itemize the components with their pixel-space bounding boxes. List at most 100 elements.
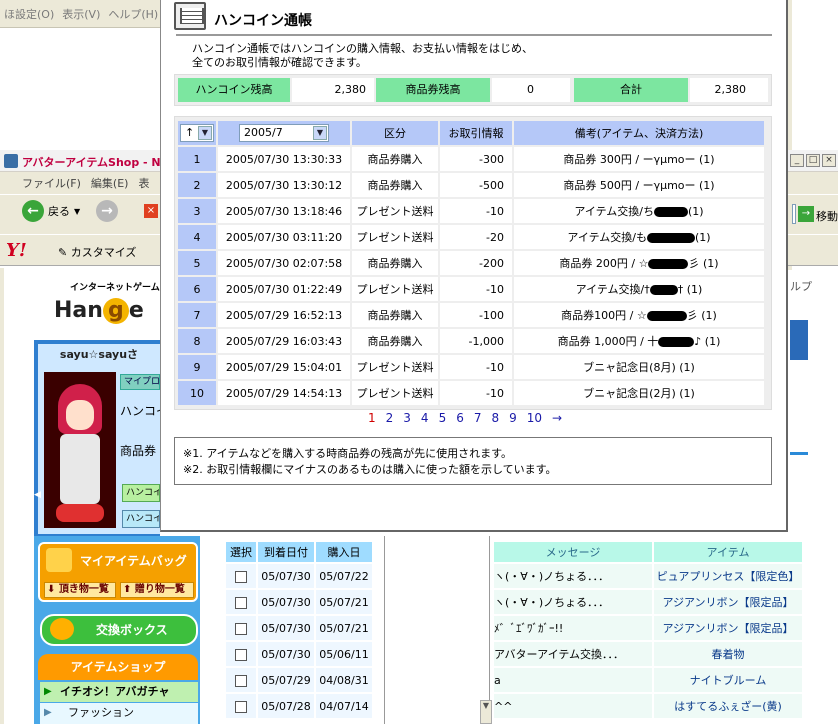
- redacted-name: [648, 259, 689, 269]
- table-row: ^^ はすてるふぇざー(黄): [494, 694, 802, 718]
- page-link-8[interactable]: 8: [491, 411, 499, 425]
- address-bar[interactable]: [792, 204, 796, 224]
- page-link-5[interactable]: 5: [439, 411, 447, 425]
- select-checkbox[interactable]: [235, 648, 247, 661]
- menu-file[interactable]: ファイル(F): [22, 175, 81, 191]
- select-cell: [226, 616, 256, 640]
- gift-item-name[interactable]: アジアンリボン【限定品】: [654, 590, 802, 614]
- page-link-1[interactable]: 1: [368, 411, 376, 425]
- select-checkbox[interactable]: [235, 596, 247, 609]
- menu-edit[interactable]: 編集(E): [91, 175, 129, 191]
- page-link-9[interactable]: 9: [509, 411, 517, 425]
- hancoin-book-button[interactable]: ハンコイン: [122, 510, 160, 528]
- table-row: 05/07/28 04/07/14: [226, 694, 372, 718]
- page-link-7[interactable]: 7: [474, 411, 482, 425]
- table-row: 05/07/30 05/07/21: [226, 616, 372, 640]
- help-link[interactable]: ルプ: [790, 278, 812, 294]
- table-row: 3 2005/07/30 13:18:46 プレゼント送料 -10 アイテム交換/ち (1…: [178, 199, 764, 223]
- gift-message[interactable]: ﾒ゛ﾞｴﾞﾜﾞｶﾞｰ!!: [494, 616, 652, 640]
- chevron-down-icon: ▼: [198, 126, 212, 140]
- table-row: アバターアイテム交換．．． 春着物: [494, 642, 802, 666]
- month-select[interactable]: 2005/7 ▼: [239, 124, 329, 142]
- play-arrow-icon: ▶: [44, 707, 52, 718]
- menu-view[interactable]: 表示(V): [62, 6, 100, 22]
- select-checkbox[interactable]: [235, 622, 247, 635]
- month-cell: 2005/7 ▼: [218, 121, 350, 145]
- transaction-category: 商品券購入: [352, 303, 438, 327]
- gift-item-name[interactable]: ナイトブルーム: [654, 668, 802, 692]
- gift-message[interactable]: a: [494, 668, 652, 692]
- close-button[interactable]: ×: [822, 154, 836, 167]
- table-row: 9 2005/07/29 15:04:01 プレゼント送料 -10 ブニャ記念日(8月)…: [178, 355, 764, 379]
- page-link-3[interactable]: 3: [403, 411, 411, 425]
- next-page-icon[interactable]: →: [552, 411, 562, 425]
- scroll-down-icon[interactable]: ▼: [480, 700, 492, 724]
- voucher-label: 商品券: [120, 444, 157, 458]
- page-link-10[interactable]: 10: [527, 411, 542, 425]
- transaction-datetime: 2005/07/30 13:30:12: [218, 173, 350, 197]
- transaction-category: プレゼント送料: [352, 355, 438, 379]
- sent-list-button[interactable]: ⬆ 贈り物一覧: [120, 582, 194, 598]
- sort-order-select[interactable]: ↑ ▼: [180, 124, 214, 142]
- gift-message[interactable]: ヽ(・∀・)ノちょる．．．: [494, 564, 652, 588]
- select-cell: [226, 590, 256, 614]
- col-category: 区分: [352, 121, 438, 145]
- arrival-date: 05/07/30: [258, 616, 314, 640]
- select-checkbox[interactable]: [235, 700, 247, 713]
- customize-button[interactable]: ✎ カスタマイズ: [58, 244, 136, 260]
- shop-item-fashion[interactable]: ファッション: [40, 703, 198, 724]
- shop-item-gacha[interactable]: イチオシ！アバガチャ: [40, 682, 198, 702]
- note-prefix: 商品券100円 / ☆: [561, 309, 647, 322]
- maximize-button[interactable]: □: [806, 154, 820, 167]
- received-list-button[interactable]: ⬇ 頂き物一覧: [44, 582, 116, 598]
- menu-help[interactable]: ヘルプ(H): [108, 6, 158, 22]
- page-link-4[interactable]: 4: [421, 411, 429, 425]
- minimize-button[interactable]: _: [790, 154, 804, 167]
- logo-g-icon: g: [102, 298, 129, 324]
- menu-view[interactable]: 表: [138, 175, 149, 191]
- row-number: 1: [178, 147, 216, 171]
- page-link-6[interactable]: 6: [456, 411, 464, 425]
- gift-item-name[interactable]: はすてるふぇざー(黄): [654, 694, 802, 718]
- transaction-datetime: 2005/07/30 13:18:46: [218, 199, 350, 223]
- page-link-2[interactable]: 2: [386, 411, 394, 425]
- back-label: 戻る: [48, 205, 70, 218]
- table-row: 10 2005/07/29 14:54:13 プレゼント送料 -10 ブニャ記念日(2月…: [178, 381, 764, 405]
- gift-message[interactable]: ヽ(・∀・)ノちょる．．．: [494, 590, 652, 614]
- stop-icon[interactable]: ×: [144, 204, 158, 218]
- col-message: メッセージ: [494, 542, 652, 562]
- go-icon[interactable]: →: [798, 206, 814, 222]
- transaction-note: ブニャ記念日(2月) (1): [514, 381, 764, 405]
- select-checkbox[interactable]: [235, 674, 247, 687]
- pencil-icon: ✎: [58, 246, 68, 259]
- exchange-icon: [50, 618, 74, 640]
- arrival-date: 05/07/30: [258, 564, 314, 588]
- transaction-note: 商品券 1,000円 / 十 ♪ (1): [514, 329, 764, 353]
- select-checkbox[interactable]: [235, 570, 247, 583]
- gift-message[interactable]: ^^: [494, 694, 652, 718]
- back-button[interactable]: ← 戻る ▼: [22, 200, 80, 222]
- gift-item-name[interactable]: アジアンリボン【限定品】: [654, 616, 802, 640]
- yahoo-logo-icon[interactable]: Y!: [6, 240, 27, 261]
- table-row: 2 2005/07/30 13:30:12 商品券購入 -500 商品券 500円 / …: [178, 173, 764, 197]
- go-label[interactable]: 移動: [816, 208, 838, 224]
- forward-button[interactable]: →: [96, 200, 118, 222]
- item-bag-title[interactable]: マイアイテムバッグ: [80, 552, 187, 569]
- gift-item-name[interactable]: 春着物: [654, 642, 802, 666]
- my-profile-button[interactable]: マイプロ: [120, 374, 160, 390]
- collapse-arrow-icon[interactable]: ◀: [34, 490, 41, 500]
- arrival-date: 05/07/30: [258, 642, 314, 666]
- menu-settings[interactable]: ほ設定(O): [4, 6, 54, 22]
- table-row: ヽ(・∀・)ノちょる．．． ピュアプリンセス【限定色】: [494, 564, 802, 588]
- item-shop-heading[interactable]: アイテムショップ: [38, 654, 198, 680]
- table-row: 7 2005/07/29 16:52:13 商品券購入 -100 商品券100円 / ☆…: [178, 303, 764, 327]
- note-suffix: (1): [695, 231, 711, 244]
- customize-label: カスタマイズ: [70, 246, 137, 259]
- gift-message[interactable]: アバターアイテム交換．．．: [494, 642, 652, 666]
- gift-item-name[interactable]: ピュアプリンセス【限定色】: [654, 564, 802, 588]
- row-number: 10: [178, 381, 216, 405]
- voucher-balance-label: 商品券残高: [376, 78, 490, 102]
- transaction-amount: -10: [440, 277, 512, 301]
- hangame-logo[interactable]: Han g e: [54, 298, 144, 324]
- hancoin-buy-button[interactable]: ハンコイン: [122, 484, 160, 502]
